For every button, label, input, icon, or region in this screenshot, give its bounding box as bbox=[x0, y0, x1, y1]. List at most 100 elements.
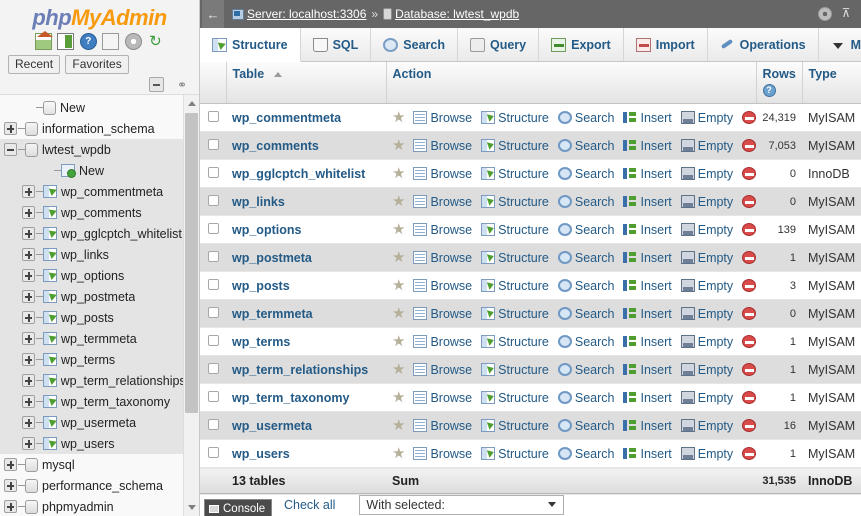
search-link[interactable]: Search bbox=[557, 139, 624, 153]
favorite-star-icon[interactable]: ★ bbox=[392, 250, 405, 265]
empty-link[interactable]: Empty bbox=[680, 167, 742, 181]
search-link[interactable]: Search bbox=[557, 167, 624, 181]
expand-icon[interactable] bbox=[21, 374, 35, 387]
row-checkbox[interactable] bbox=[207, 250, 219, 262]
empty-link[interactable]: Empty bbox=[680, 279, 742, 293]
insert-link[interactable]: Insert bbox=[623, 447, 680, 461]
expand-icon[interactable] bbox=[22, 353, 35, 366]
with-selected-select[interactable]: With selected: bbox=[359, 495, 565, 515]
table-name-link[interactable]: wp_usermeta bbox=[232, 419, 312, 433]
expand-icon[interactable] bbox=[22, 437, 35, 450]
search-link[interactable]: Search bbox=[557, 195, 624, 209]
help-icon[interactable]: ? bbox=[762, 84, 776, 97]
scroll-up-arrow-icon[interactable] bbox=[184, 95, 199, 111]
tree-item-wp-term-relationships[interactable]: wp_term_relationships bbox=[0, 370, 183, 391]
structure-link[interactable]: Structure bbox=[481, 447, 558, 461]
tab-sql[interactable]: SQL bbox=[300, 28, 372, 61]
tree-item-wp-users[interactable]: wp_users bbox=[0, 433, 183, 454]
tab-search[interactable]: Search bbox=[371, 28, 458, 61]
structure-link[interactable]: Structure bbox=[481, 167, 558, 181]
tree-item-wp-commentmeta[interactable]: wp_commentmeta bbox=[0, 181, 183, 202]
favorite-star-icon[interactable]: ★ bbox=[392, 334, 405, 349]
browse-link[interactable]: Browse bbox=[413, 391, 481, 405]
tree-item-wp-postmeta[interactable]: wp_postmeta bbox=[0, 286, 183, 307]
search-link[interactable]: Search bbox=[557, 363, 624, 377]
empty-link[interactable]: Empty bbox=[680, 335, 742, 349]
structure-link[interactable]: Structure bbox=[481, 335, 558, 349]
expand-icon[interactable] bbox=[22, 206, 35, 219]
row-checkbox[interactable] bbox=[207, 390, 219, 402]
tab-operations[interactable]: Operations bbox=[707, 28, 819, 61]
browse-link[interactable]: Browse bbox=[413, 223, 481, 237]
tree-item-phpmyadmin[interactable]: phpmyadmin bbox=[0, 496, 183, 516]
sidebar-scrollbar[interactable] bbox=[183, 95, 199, 516]
tab-structure[interactable]: Structure bbox=[200, 28, 301, 62]
favorite-star-icon[interactable]: ★ bbox=[392, 138, 405, 153]
tree-item-wp-links[interactable]: wp_links bbox=[0, 244, 183, 265]
help-icon[interactable]: ? bbox=[79, 33, 97, 50]
favorite-star-icon[interactable]: ★ bbox=[392, 390, 405, 405]
search-link[interactable]: Search bbox=[557, 307, 624, 321]
tree-item-new[interactable]: New bbox=[0, 160, 183, 181]
gear-icon[interactable] bbox=[818, 7, 832, 21]
structure-link[interactable]: Structure bbox=[481, 307, 558, 321]
documentation-icon[interactable] bbox=[102, 33, 120, 50]
tree-item-wp-posts[interactable]: wp_posts bbox=[0, 307, 183, 328]
row-checkbox[interactable] bbox=[207, 362, 219, 374]
browse-link[interactable]: Browse bbox=[413, 307, 481, 321]
home-icon[interactable] bbox=[35, 31, 54, 50]
favorite-star-icon[interactable]: ★ bbox=[392, 194, 405, 209]
insert-link[interactable]: Insert bbox=[623, 391, 680, 405]
tree-item-wp-options[interactable]: wp_options bbox=[0, 265, 183, 286]
row-checkbox[interactable] bbox=[207, 334, 219, 346]
drop-link[interactable]: Drop bbox=[742, 167, 756, 181]
expand-icon[interactable] bbox=[22, 269, 35, 282]
expand-icon[interactable] bbox=[22, 311, 35, 324]
structure-link[interactable]: Structure bbox=[481, 111, 558, 125]
insert-link[interactable]: Insert bbox=[623, 363, 680, 377]
table-name-link[interactable]: wp_links bbox=[232, 195, 285, 209]
structure-link[interactable]: Structure bbox=[481, 419, 558, 433]
insert-link[interactable]: Insert bbox=[623, 335, 680, 349]
empty-link[interactable]: Empty bbox=[680, 363, 742, 377]
expand-icon[interactable] bbox=[22, 248, 35, 261]
structure-link[interactable]: Structure bbox=[481, 391, 558, 405]
browse-link[interactable]: Browse bbox=[413, 111, 481, 125]
console-toggle[interactable]: Console bbox=[204, 499, 272, 516]
search-link[interactable]: Search bbox=[557, 223, 624, 237]
expand-icon[interactable] bbox=[22, 416, 35, 429]
expand-icon[interactable] bbox=[22, 332, 35, 345]
expand-icon[interactable] bbox=[4, 479, 17, 492]
browse-link[interactable]: Browse bbox=[413, 139, 481, 153]
column-header-type[interactable]: Type bbox=[802, 62, 861, 104]
search-link[interactable]: Search bbox=[557, 391, 624, 405]
link-with-main-panel-icon[interactable]: ⚭ bbox=[171, 79, 187, 91]
row-checkbox[interactable] bbox=[207, 138, 219, 150]
table-name-link[interactable]: wp_termmeta bbox=[232, 307, 313, 321]
tab-query[interactable]: Query bbox=[457, 28, 540, 61]
scrollbar-thumb[interactable] bbox=[185, 113, 198, 413]
tree-item-wp-termmeta[interactable]: wp_termmeta bbox=[0, 328, 183, 349]
structure-link[interactable]: Structure bbox=[481, 363, 558, 377]
empty-link[interactable]: Empty bbox=[680, 139, 742, 153]
row-checkbox[interactable] bbox=[207, 110, 219, 122]
back-button[interactable]: ← bbox=[202, 0, 224, 28]
insert-link[interactable]: Insert bbox=[623, 279, 680, 293]
scroll-down-arrow-icon[interactable] bbox=[184, 500, 199, 516]
column-header-rows[interactable]: Rows ? bbox=[756, 62, 803, 104]
insert-link[interactable]: Insert bbox=[623, 223, 680, 237]
browse-link[interactable]: Browse bbox=[413, 335, 481, 349]
search-link[interactable]: Search bbox=[557, 419, 624, 433]
row-checkbox[interactable] bbox=[207, 306, 219, 318]
favorite-star-icon[interactable]: ★ bbox=[392, 278, 405, 293]
favorite-star-icon[interactable]: ★ bbox=[392, 222, 405, 237]
check-all-link[interactable]: Check all bbox=[284, 498, 335, 512]
browse-link[interactable]: Browse bbox=[413, 447, 481, 461]
drop-link[interactable]: Drop bbox=[742, 223, 756, 237]
row-checkbox[interactable] bbox=[207, 446, 219, 458]
search-link[interactable]: Search bbox=[557, 447, 624, 461]
tab-export[interactable]: Export bbox=[539, 28, 624, 61]
tree-item-new[interactable]: New bbox=[0, 97, 183, 118]
browse-link[interactable]: Browse bbox=[413, 167, 481, 181]
tab-import[interactable]: Import bbox=[623, 28, 708, 61]
